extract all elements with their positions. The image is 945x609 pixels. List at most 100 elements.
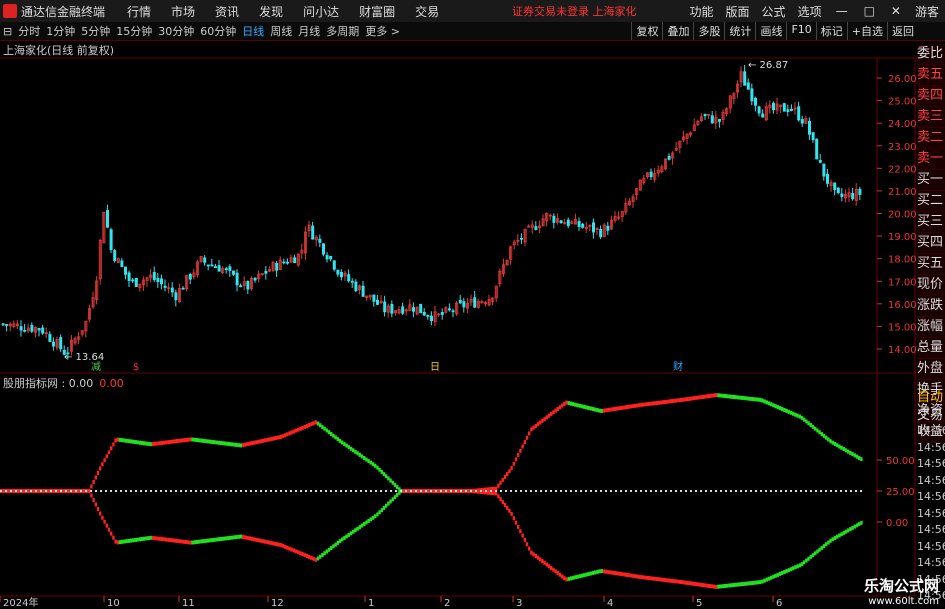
zero-line-dot — [375, 490, 377, 492]
zero-line-dot — [10, 490, 12, 492]
osc-lower-dot — [303, 553, 306, 558]
candle-body — [325, 255, 329, 260]
osc-upper-dot — [591, 407, 595, 412]
osc-upper-dot — [552, 410, 555, 415]
zero-line-dot — [425, 490, 427, 492]
osc-upper-dot — [180, 438, 183, 443]
osc-lower-dot — [127, 538, 130, 543]
osc-lower-dot — [838, 533, 841, 538]
osc-lower-dot — [853, 524, 856, 529]
side-item[interactable]: 买五 — [917, 254, 945, 275]
zero-line-dot — [750, 490, 752, 492]
side-item[interactable]: 卖二 — [917, 128, 945, 149]
side-item[interactable]: 卖五 — [917, 65, 945, 86]
osc-lower-dot — [715, 584, 718, 589]
chart-area[interactable]: 26.0025.0024.0023.0022.0021.0020.0019.00… — [0, 0, 945, 609]
candle-body — [390, 303, 394, 314]
osc-upper-dot — [92, 479, 95, 484]
zero-line-dot — [235, 490, 237, 492]
candle-body — [106, 210, 110, 228]
osc-upper-dot — [629, 404, 632, 409]
osc-lower-dot — [151, 535, 155, 540]
side-item[interactable]: 买三 — [917, 212, 945, 233]
osc-upper-dot — [844, 448, 848, 453]
side-item[interactable]: 涨幅 — [917, 317, 945, 338]
trade-label[interactable]: 交易 — [917, 404, 945, 424]
osc-lower-dot — [114, 539, 117, 544]
osc-upper-dot — [770, 402, 773, 407]
candle-body — [667, 155, 671, 160]
zero-line-dot — [400, 490, 402, 492]
osc-lower-dot — [253, 537, 256, 542]
zero-line-dot — [840, 490, 842, 492]
osc-upper-dot — [695, 395, 698, 400]
osc-lower-dot — [765, 577, 768, 582]
side-item[interactable]: 总量 — [917, 338, 945, 359]
zero-line-dot — [205, 490, 207, 492]
osc-upper-dot — [198, 438, 201, 443]
candle-body — [23, 329, 27, 332]
osc-lower-dot — [607, 570, 610, 575]
osc-lower-dot — [270, 541, 273, 546]
osc-upper-dot — [550, 412, 553, 417]
osc-lower-dot — [638, 574, 641, 579]
osc-lower-dot — [829, 538, 832, 543]
osc-lower-dot — [609, 570, 612, 575]
zero-line-dot — [65, 490, 67, 492]
candle-body — [473, 297, 477, 308]
zero-line-dot — [680, 490, 682, 492]
side-item[interactable]: 现价 — [917, 275, 945, 296]
candle-body — [213, 266, 217, 269]
auto-label[interactable]: 自动 — [917, 386, 945, 405]
osc-lower-dot — [699, 582, 702, 587]
osc-upper-dot — [158, 441, 161, 446]
zero-line-dot — [815, 490, 817, 492]
osc-lower-dot — [541, 559, 544, 564]
osc-lower-dot — [169, 538, 172, 543]
zero-line-dot — [795, 490, 797, 492]
side-item[interactable]: 外盘 — [917, 359, 945, 380]
osc-upper-dot — [532, 425, 535, 430]
osc-lower-dot — [57, 489, 60, 493]
osc-lower-dot — [712, 584, 716, 589]
osc-upper-dot — [327, 430, 331, 435]
osc-upper-dot — [631, 404, 634, 409]
osc-lower-dot — [462, 489, 465, 493]
osc-lower-dot — [248, 536, 251, 541]
candle-body — [253, 277, 257, 281]
side-item[interactable]: 卖四 — [917, 86, 945, 107]
zero-line-dot — [415, 490, 417, 492]
candle-body — [401, 306, 405, 314]
side-item[interactable]: 委比 — [917, 44, 945, 65]
side-item[interactable]: 买四 — [917, 233, 945, 254]
side-item[interactable]: 涨跌 — [917, 296, 945, 317]
candle-body — [754, 97, 758, 106]
osc-upper-dot — [565, 400, 568, 405]
osc-lower-dot — [668, 578, 672, 583]
side-item[interactable]: 卖三 — [917, 107, 945, 128]
osc-upper-dot — [90, 484, 93, 489]
osc-upper-dot — [613, 406, 617, 411]
osc-upper-dot — [778, 406, 782, 411]
osc-lower-dot — [805, 558, 808, 563]
osc-lower-dot — [149, 535, 152, 540]
osc-lower-dot — [237, 534, 240, 539]
zero-line-dot — [725, 490, 727, 492]
osc-upper-dot — [767, 401, 771, 406]
candle-body — [339, 271, 343, 278]
osc-upper-dot — [539, 420, 542, 425]
osc-lower-dot — [261, 539, 265, 544]
osc-lower-dot — [543, 560, 546, 565]
side-item[interactable]: 买一 — [917, 170, 945, 191]
zero-line-dot — [745, 490, 747, 492]
time-item: 14:56 — [917, 440, 945, 454]
osc-lower-dot — [140, 537, 144, 542]
side-item[interactable]: 买二 — [917, 191, 945, 212]
candle-body — [224, 268, 228, 271]
side-item[interactable]: 卖一 — [917, 149, 945, 170]
osc-lower-dot — [402, 489, 405, 493]
osc-lower-dot — [514, 520, 518, 525]
candle-body — [375, 299, 379, 305]
osc-lower-dot — [492, 491, 496, 496]
osc-upper-dot — [547, 413, 551, 418]
